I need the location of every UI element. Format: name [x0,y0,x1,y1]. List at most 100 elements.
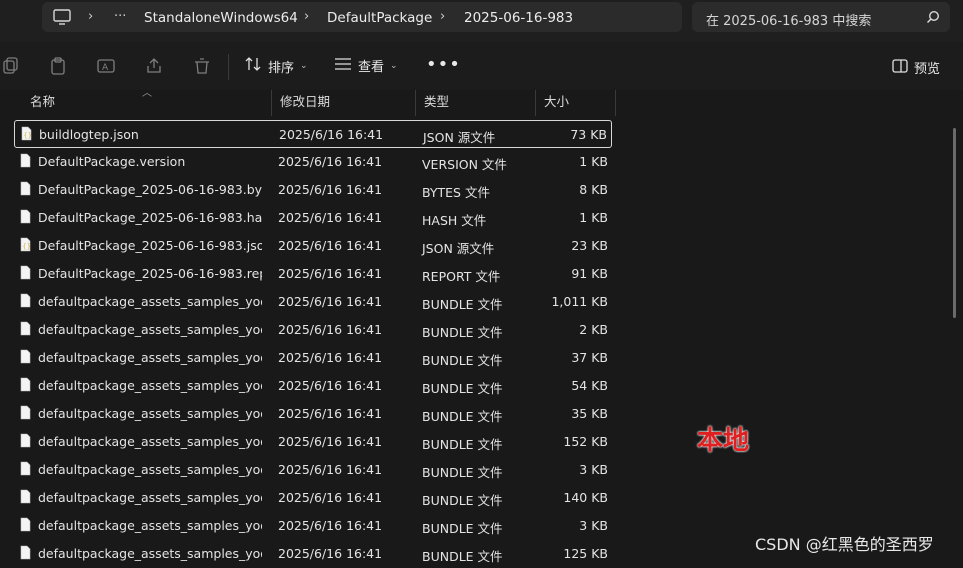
file-row[interactable]: {} DefaultPackage_2025-06-16-983.json 20… [14,232,612,260]
chevron-right-icon[interactable]: › [88,9,93,24]
file-size: 140 KB [563,490,608,505]
file-size: 35 KB [571,406,608,421]
file-row[interactable]: defaultpackage_assets_samples_yoo... 202… [14,288,612,316]
file-type: JSON 源文件 [423,130,496,145]
chevron-right-icon[interactable]: › [304,9,309,24]
file-icon [20,545,31,560]
file-row[interactable]: DefaultPackage_2025-06-16-983.bytes 2025… [14,176,612,204]
file-row[interactable]: defaultpackage_assets_samples_yoo... 202… [14,344,612,372]
svg-text:{}: {} [22,243,31,251]
column-header-type[interactable]: 类型 [416,90,536,116]
file-size: 73 KB [570,127,607,142]
file-name: defaultpackage_assets_samples_yoo... [38,322,262,337]
breadcrumb-item[interactable]: StandaloneWindows64 [144,10,298,26]
file-date: 2025/6/16 16:41 [279,127,384,142]
file-row[interactable]: defaultpackage_assets_samples_yoo... 202… [14,484,612,512]
more-options-button[interactable]: ••• [426,54,461,75]
file-row[interactable]: defaultpackage_assets_samples_yoo... 202… [14,512,612,540]
breadcrumb-item[interactable]: 2025-06-16-983 [464,10,573,26]
file-date: 2025/6/16 16:41 [278,210,383,225]
file-size: 1,011 KB [551,294,608,309]
file-type: BUNDLE 文件 [422,353,503,368]
file-row[interactable]: DefaultPackage.version 2025/6/16 16:41 V… [14,148,612,176]
file-icon [20,405,31,420]
file-name: DefaultPackage_2025-06-16-983.bytes [38,182,262,197]
view-list-icon [334,57,352,75]
search-input[interactable]: 在 2025-06-16-983 中搜索 [692,2,950,32]
rename-icon[interactable]: A [96,56,116,76]
file-row[interactable]: defaultpackage_assets_samples_yoo... 202… [14,540,612,568]
file-row[interactable]: DefaultPackage_2025-06-16-983.hash 2025/… [14,204,612,232]
paste-icon[interactable] [48,56,68,76]
file-date: 2025/6/16 16:41 [278,266,383,281]
file-date: 2025/6/16 16:41 [278,462,383,477]
file-name: defaultpackage_assets_samples_yoo... [38,294,262,309]
file-type: JSON 源文件 [422,241,495,256]
json-file-icon: {} [21,126,32,141]
file-size: 3 KB [579,518,608,533]
file-type: BUNDLE 文件 [422,549,503,564]
file-name: buildlogtep.json [39,127,139,142]
file-type: BUNDLE 文件 [422,437,503,452]
search-icon[interactable] [926,10,940,27]
file-date: 2025/6/16 16:41 [278,518,383,533]
column-header-name[interactable]: 名称 [22,90,272,116]
more-icon[interactable]: ··· [114,9,126,24]
file-size: 3 KB [579,462,608,477]
file-name: DefaultPackage_2025-06-16-983.json [38,238,262,253]
preview-pane-button[interactable]: 预览 [892,58,940,77]
file-date: 2025/6/16 16:41 [278,434,383,449]
file-icon [20,181,31,196]
file-icon [20,517,31,532]
file-name: DefaultPackage.version [38,154,186,169]
sort-button[interactable]: 排序 ⌄ [244,56,308,76]
file-icon [20,349,31,364]
watermark: CSDN @红黑色的圣西罗 [755,535,934,554]
file-size: 1 KB [579,154,608,169]
file-row[interactable]: DefaultPackage_2025-06-16-983.rep... 202… [14,260,612,288]
column-header-date[interactable]: 修改日期 [272,90,416,116]
file-date: 2025/6/16 16:41 [278,322,383,337]
file-icon [20,377,31,392]
file-icon [20,321,31,336]
view-button[interactable]: 查看 ⌄ [334,56,398,75]
file-size: 23 KB [571,238,608,253]
column-header-size[interactable]: 大小 [536,90,616,116]
file-row[interactable]: defaultpackage_assets_samples_yoo... 202… [14,400,612,428]
file-name: defaultpackage_assets_samples_yoo... [38,518,262,533]
file-row[interactable]: defaultpackage_assets_samples_yoo... 202… [14,428,612,456]
file-name: defaultpackage_assets_samples_yoo... [38,350,262,365]
file-size: 152 KB [563,434,608,449]
file-date: 2025/6/16 16:41 [278,406,383,421]
monitor-icon[interactable] [52,7,72,27]
json-file-icon: {} [20,237,31,252]
file-icon [20,293,31,308]
vertical-scrollbar[interactable] [953,128,956,318]
file-size: 37 KB [571,350,608,365]
file-size: 1 KB [579,210,608,225]
delete-icon[interactable] [192,56,212,76]
annotation-label: 本地 [697,426,750,456]
file-icon [20,153,31,168]
file-row[interactable]: {} buildlogtep.json 2025/6/16 16:41 JSON… [14,120,612,148]
breadcrumb[interactable]: › ··· StandaloneWindows64 › DefaultPacka… [42,2,682,32]
chevron-right-icon[interactable]: › [440,9,445,24]
preview-icon [892,58,908,77]
file-icon [20,433,31,448]
file-type: BYTES 文件 [422,185,490,200]
file-row[interactable]: defaultpackage_assets_samples_yoo... 202… [14,456,612,484]
file-type: REPORT 文件 [422,269,501,284]
chevron-down-icon: ⌄ [300,61,308,71]
file-name: defaultpackage_assets_samples_yoo... [38,546,262,561]
file-date: 2025/6/16 16:41 [278,238,383,253]
copy-icon[interactable] [0,56,20,76]
breadcrumb-item[interactable]: DefaultPackage [327,10,432,26]
share-icon[interactable] [144,56,164,76]
file-date: 2025/6/16 16:41 [278,182,383,197]
file-type: BUNDLE 文件 [422,381,503,396]
file-row[interactable]: defaultpackage_assets_samples_yoo... 202… [14,372,612,400]
command-bar: A 排序 ⌄ 查看 ⌄ ••• 预览 [0,42,963,90]
address-bar: › ··· StandaloneWindows64 › DefaultPacka… [0,0,963,42]
file-type: BUNDLE 文件 [422,521,503,536]
file-row[interactable]: defaultpackage_assets_samples_yoo... 202… [14,316,612,344]
